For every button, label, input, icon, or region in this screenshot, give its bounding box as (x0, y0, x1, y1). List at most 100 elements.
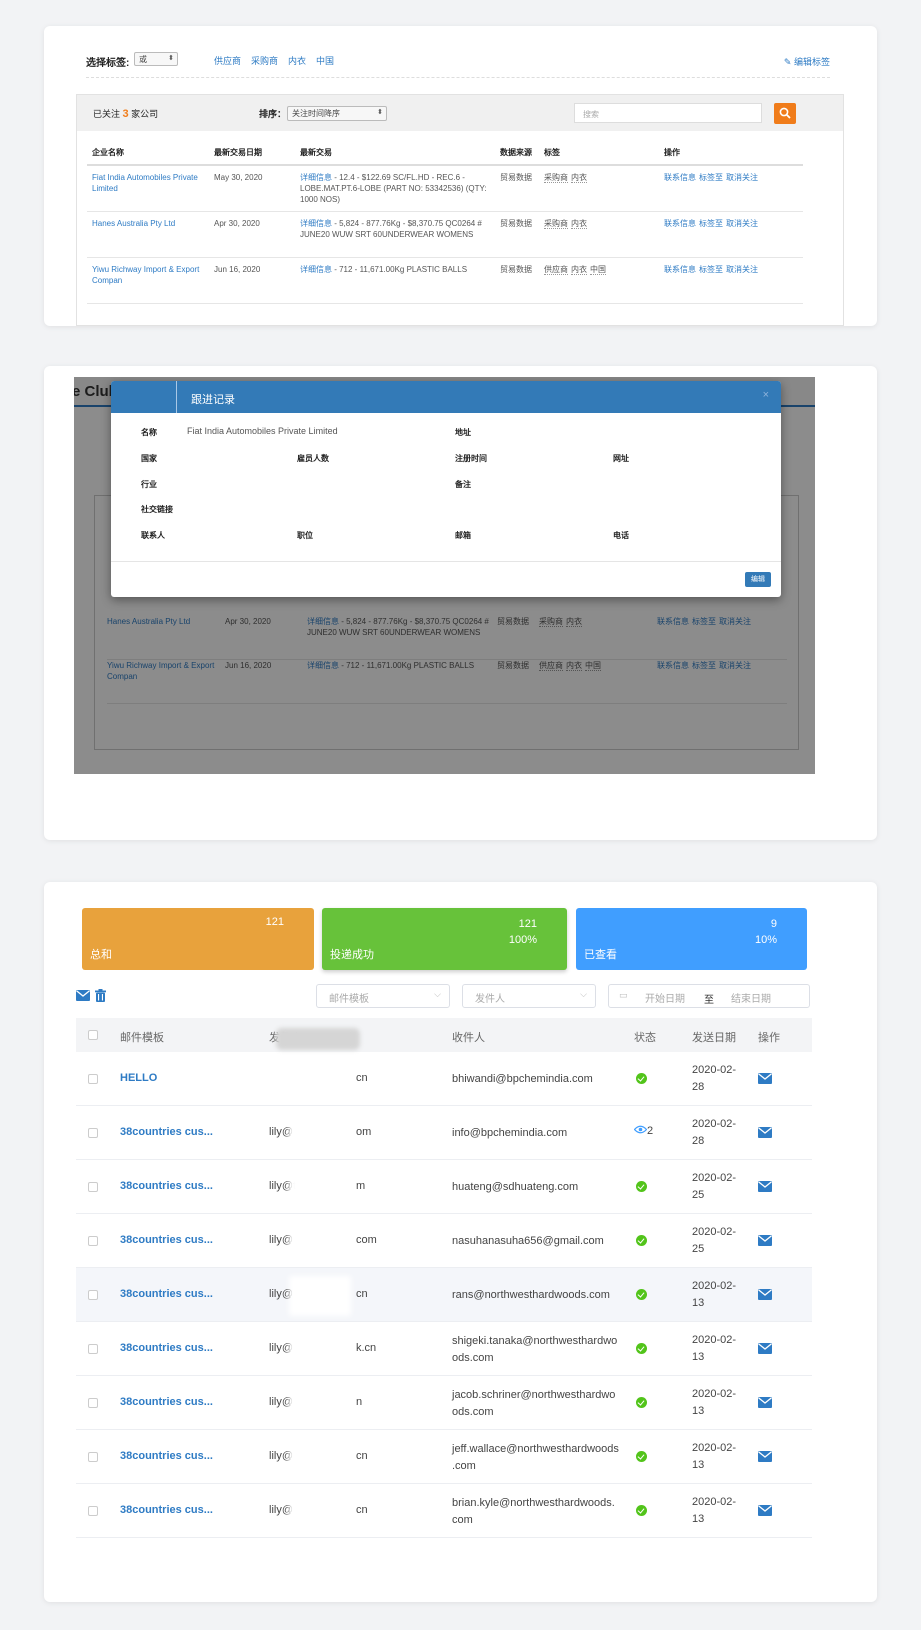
tag-filter-underwear[interactable]: 内衣 (288, 54, 306, 67)
field-country-label: 国家 (141, 454, 157, 463)
row-tag[interactable]: 供应商 (544, 265, 568, 275)
row-checkbox[interactable] (88, 1074, 98, 1084)
table-row[interactable]: 38countries cus... lily@ cn brian.kyle@nort… (76, 1484, 812, 1538)
sender-suffix: com (356, 1234, 377, 1246)
mail-icon[interactable] (758, 1235, 772, 1246)
tag-filter-china[interactable]: 中国 (316, 54, 334, 67)
mail-icon[interactable] (758, 1451, 772, 1462)
select-all-checkbox[interactable] (88, 1030, 98, 1040)
table-row[interactable]: 38countries cus... lily@ n jacob.schriner@n… (76, 1376, 812, 1430)
followed-companies-table: 企业名称 最新交易日期 最新交易 数据来源 标签 操作 Fiat India A… (87, 143, 803, 304)
sort-label: 排序： (259, 109, 287, 119)
table-row[interactable]: 38countries cus... lily@ om info@bpchemindi… (76, 1106, 812, 1160)
tag-mode-select[interactable]: 或 ⬍ (134, 52, 178, 66)
row-action-2[interactable]: 取消关注 (726, 265, 758, 274)
close-icon[interactable]: × (763, 389, 769, 401)
template-link[interactable]: 38countries cus... (120, 1396, 213, 1408)
table-row: Yiwu Richway Import & Export Compan Jun 1… (87, 257, 803, 304)
company-link[interactable]: Hanes Australia Pty Ltd (87, 211, 209, 258)
send-date: 2020-02- 28 (692, 1064, 737, 1093)
row-action-1[interactable]: 标签至 (699, 219, 723, 228)
row-checkbox[interactable] (88, 1344, 98, 1354)
row-checkbox[interactable] (88, 1236, 98, 1246)
mail-icon[interactable] (758, 1397, 772, 1408)
tag-filter-buyer[interactable]: 采购商 (251, 54, 278, 67)
row-tag[interactable]: 内衣 (571, 219, 587, 229)
redaction-blur (289, 1276, 351, 1316)
search-button[interactable] (774, 103, 796, 124)
select-arrow-icon: ⬍ (168, 55, 174, 62)
detail-link[interactable]: 详细信息 (300, 219, 332, 228)
mail-icon[interactable] (758, 1181, 772, 1192)
row-action-0[interactable]: 联系信息 (664, 265, 696, 274)
template-filter-select[interactable]: 邮件模板 ⌵ (316, 984, 450, 1008)
template-link[interactable]: 38countries cus... (120, 1180, 213, 1192)
detail-link[interactable]: 详细信息 (300, 173, 332, 182)
template-link[interactable]: 38countries cus... (120, 1288, 213, 1300)
company-link[interactable]: Fiat India Automobiles Private Limited (87, 165, 209, 212)
template-link[interactable]: 38countries cus... (120, 1234, 213, 1246)
row-checkbox[interactable] (88, 1182, 98, 1192)
date-range-picker[interactable]: ▭ 开始日期 至 结束日期 (608, 984, 810, 1008)
mail-icon[interactable] (76, 990, 90, 1001)
data-source: 贸易数据 (495, 165, 539, 212)
table-header: 邮件模板 发件人 收件人 状态 发送日期 操作 (76, 1018, 812, 1052)
field-website-label: 网址 (613, 454, 629, 463)
check-circle-icon (636, 1397, 647, 1408)
row-action-2[interactable]: 取消关注 (726, 173, 758, 182)
col-company: 企业名称 (87, 143, 209, 166)
row-checkbox[interactable] (88, 1506, 98, 1516)
row-tag[interactable]: 中国 (590, 265, 606, 275)
row-tag[interactable]: 内衣 (571, 173, 587, 183)
send-date: 2020-02- 13 (692, 1280, 737, 1309)
row-action-1[interactable]: 标签至 (699, 173, 723, 182)
template-link[interactable]: 38countries cus... (120, 1504, 213, 1516)
field-employees-label: 雇员人数 (297, 454, 329, 463)
sender-suffix: cn (356, 1450, 368, 1462)
template-link[interactable]: 38countries cus... (120, 1126, 213, 1138)
trash-icon[interactable] (95, 989, 106, 1002)
mail-icon[interactable] (758, 1073, 772, 1084)
row-tag[interactable]: 采购商 (544, 219, 568, 229)
email-tracking-card: 121 总和 121 100% 投递成功 9 10% 已查看 邮件模板 ⌵ 发件人 ⌵ … (44, 882, 877, 1602)
company-link[interactable]: Yiwu Richway Import & Export Compan (87, 257, 209, 304)
row-checkbox[interactable] (88, 1128, 98, 1138)
template-link[interactable]: 38countries cus... (120, 1342, 213, 1354)
sender-filter-select[interactable]: 发件人 ⌵ (462, 984, 596, 1008)
table-row: Hanes Australia Pty Ltd Apr 30, 2020 详细信息 … (87, 211, 803, 258)
table-row[interactable]: 38countries cus... lily@ com nasuhanasuha65… (76, 1214, 812, 1268)
row-tag[interactable]: 内衣 (571, 265, 587, 275)
data-source: 贸易数据 (495, 257, 539, 304)
mail-icon[interactable] (758, 1127, 772, 1138)
row-tag[interactable]: 采购商 (544, 173, 568, 183)
table-row[interactable]: 38countries cus... lily@ cn jeff.wallace@no… (76, 1430, 812, 1484)
edit-button[interactable]: 编辑 (745, 572, 771, 587)
detail-link[interactable]: 详细信息 (300, 265, 332, 274)
mail-icon[interactable] (758, 1343, 772, 1354)
template-link[interactable]: 38countries cus... (120, 1450, 213, 1462)
table-row[interactable]: 38countries cus... lily@ cn rans@northwesth… (76, 1268, 812, 1322)
row-action-0[interactable]: 联系信息 (664, 173, 696, 182)
end-date-input[interactable]: 结束日期 (731, 990, 771, 1005)
row-checkbox[interactable] (88, 1398, 98, 1408)
sort-select[interactable]: 关注时间降序 ⬍ (287, 106, 387, 121)
table-row[interactable]: HELLO cn bhiwandi@bpchemindia.com 2020-02- 2… (76, 1052, 812, 1106)
tag-filter-supplier[interactable]: 供应商 (214, 54, 241, 67)
mail-icon[interactable] (758, 1289, 772, 1300)
table-row[interactable]: 38countries cus... lily@ k.cn shigeki.tanak… (76, 1322, 812, 1376)
row-action-0[interactable]: 联系信息 (664, 219, 696, 228)
date-range-separator: 至 (704, 995, 714, 1006)
chevron-down-icon: ⌵ (434, 989, 441, 999)
row-checkbox[interactable] (88, 1290, 98, 1300)
search-input[interactable]: 搜索 (574, 103, 762, 123)
mail-icon[interactable] (758, 1505, 772, 1516)
table-row[interactable]: 38countries cus... lily@tr m huateng@sdhuat… (76, 1160, 812, 1214)
row-checkbox[interactable] (88, 1452, 98, 1462)
edit-tags-link[interactable]: ✎ 编辑标签 (784, 55, 830, 68)
template-link[interactable]: HELLO (120, 1072, 157, 1084)
start-date-input[interactable]: 开始日期 (645, 990, 685, 1005)
col-actions: 操作 (659, 143, 803, 166)
row-action-1[interactable]: 标签至 (699, 265, 723, 274)
row-action-2[interactable]: 取消关注 (726, 219, 758, 228)
send-date: 2020-02- 13 (692, 1442, 737, 1471)
